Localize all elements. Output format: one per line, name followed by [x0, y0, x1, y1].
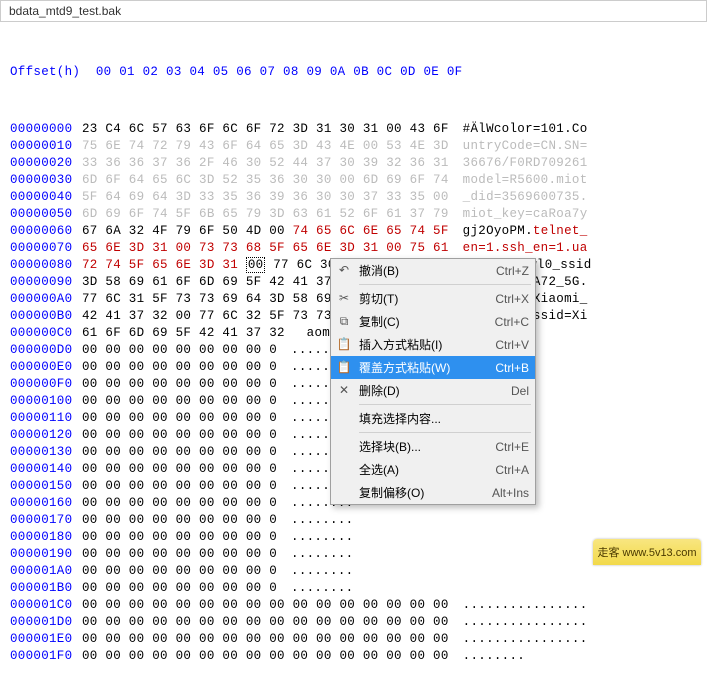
menu-label: 选择块(B)... — [359, 438, 421, 455]
menu-shortcut: Ctrl+B — [495, 361, 529, 375]
menu-item[interactable]: 复制偏移(O) Alt+Ins — [331, 481, 535, 504]
menu-separator — [359, 404, 531, 405]
offset-cell: 000001D0 — [10, 614, 82, 631]
menu-item[interactable]: 全选(A) Ctrl+A — [331, 458, 535, 481]
menu-shortcut: Ctrl+A — [495, 463, 529, 477]
menu-label: 覆盖方式粘贴(W) — [359, 359, 450, 376]
offset-cell: 00000080 — [10, 257, 82, 274]
offset-cell: 00000100 — [10, 393, 82, 410]
menu-item[interactable]: 选择块(B)... Ctrl+E — [331, 435, 535, 458]
menu-shortcut: Ctrl+C — [495, 315, 529, 329]
menu-shortcut: Del — [511, 384, 529, 398]
offset-cell: 00000180 — [10, 529, 82, 546]
watermark-badge: 走客 www.5v13.com — [593, 539, 701, 565]
hex-row[interactable]: 000000306D 6F 64 65 6C 3D 52 35 36 30 30… — [10, 172, 697, 189]
offset-cell: 00000070 — [10, 240, 82, 257]
hex-row[interactable]: 000001A000 00 00 00 00 00 00 00 0.......… — [10, 563, 697, 580]
offset-cell: 00000110 — [10, 410, 82, 427]
offset-cell: 000000A0 — [10, 291, 82, 308]
menu-label: 剪切(T) — [359, 290, 398, 307]
paste-icon: 📋 — [336, 336, 352, 352]
menu-shortcut: Ctrl+E — [495, 440, 529, 454]
offset-cell: 000001E0 — [10, 631, 82, 648]
hex-row[interactable]: 000001B000 00 00 00 00 00 00 00 0.......… — [10, 580, 697, 597]
offset-cell: 00000010 — [10, 138, 82, 155]
menu-separator — [359, 284, 531, 285]
hex-row[interactable]: 000001D000 00 00 00 00 00 00 00 00 00 00… — [10, 614, 697, 631]
hex-row[interactable]: 000001F000 00 00 00 00 00 00 00 00 00 00… — [10, 648, 697, 665]
offset-cell: 000000F0 — [10, 376, 82, 393]
hex-row[interactable]: 000000405F 64 69 64 3D 33 35 36 39 36 30… — [10, 189, 697, 206]
offset-cell: 000000B0 — [10, 308, 82, 325]
offset-cell: 000000E0 — [10, 359, 82, 376]
offset-cell: 00000060 — [10, 223, 82, 240]
offset-cell: 000001B0 — [10, 580, 82, 597]
offset-cell: 00000130 — [10, 444, 82, 461]
offset-cell: 00000040 — [10, 189, 82, 206]
offset-cell: 00000020 — [10, 155, 82, 172]
menu-separator — [359, 432, 531, 433]
menu-label: 撤消(B) — [359, 262, 399, 279]
menu-item[interactable]: 📋 覆盖方式粘贴(W) Ctrl+B — [331, 356, 535, 379]
menu-item[interactable]: ✂ 剪切(T) Ctrl+X — [331, 287, 535, 310]
copy-icon: ⧉ — [336, 313, 352, 329]
hex-row[interactable]: 0000001075 6E 74 72 79 43 6F 64 65 3D 43… — [10, 138, 697, 155]
menu-item[interactable]: 填充选择内容... — [331, 407, 535, 430]
menu-shortcut: Alt+Ins — [492, 486, 529, 500]
offset-cell: 00000170 — [10, 512, 82, 529]
offset-cell: 00000120 — [10, 427, 82, 444]
menu-item[interactable]: 📋 插入方式粘贴(I) Ctrl+V — [331, 333, 535, 356]
offset-cell: 000001C0 — [10, 597, 82, 614]
filename: bdata_mtd9_test.bak — [9, 4, 121, 18]
menu-label: 填充选择内容... — [359, 410, 441, 427]
hex-row[interactable]: 0000000023 C4 6C 57 63 6F 6C 6F 72 3D 31… — [10, 121, 697, 138]
menu-shortcut: Ctrl+V — [495, 338, 529, 352]
hex-row[interactable]: 0000006067 6A 32 4F 79 6F 50 4D 00 74 65… — [10, 223, 697, 240]
hex-row[interactable]: 0000017000 00 00 00 00 00 00 00 0.......… — [10, 512, 697, 529]
context-menu: ↶ 撤消(B) Ctrl+Z ✂ 剪切(T) Ctrl+X ⧉ 复制(C) Ctrl+C 📋 插入方… — [330, 258, 536, 505]
cut-icon: ✂ — [336, 290, 352, 306]
hex-row[interactable]: 0000002033 36 36 37 36 2F 46 30 52 44 37… — [10, 155, 697, 172]
hex-row[interactable]: 000001C000 00 00 00 00 00 00 00 00 00 00… — [10, 597, 697, 614]
menu-label: 删除(D) — [359, 382, 400, 399]
offset-cell: 00000160 — [10, 495, 82, 512]
menu-label: 全选(A) — [359, 461, 399, 478]
column-header: Offset(h) 00 01 02 03 04 05 06 07 08 09 … — [10, 64, 697, 81]
offset-cell: 000001A0 — [10, 563, 82, 580]
offset-cell: 00000140 — [10, 461, 82, 478]
offset-cell: 00000150 — [10, 478, 82, 495]
menu-label: 插入方式粘贴(I) — [359, 336, 442, 353]
menu-item[interactable]: ↶ 撤消(B) Ctrl+Z — [331, 259, 535, 282]
menu-label: 复制(C) — [359, 313, 400, 330]
offset-cell: 00000000 — [10, 121, 82, 138]
offset-cell: 00000190 — [10, 546, 82, 563]
paste-icon: 📋 — [336, 359, 352, 375]
hex-row[interactable]: 000000506D 69 6F 74 5F 6B 65 79 3D 63 61… — [10, 206, 697, 223]
title-bar: bdata_mtd9_test.bak — [0, 0, 707, 22]
menu-label: 复制偏移(O) — [359, 484, 424, 501]
menu-shortcut: Ctrl+X — [495, 292, 529, 306]
hex-row[interactable]: 0000007065 6E 3D 31 00 73 73 68 5F 65 6E… — [10, 240, 697, 257]
offset-cell: 000001F0 — [10, 648, 82, 665]
offset-cell: 000000C0 — [10, 325, 82, 342]
menu-shortcut: Ctrl+Z — [496, 264, 529, 278]
hex-row[interactable]: 000001E000 00 00 00 00 00 00 00 00 00 00… — [10, 631, 697, 648]
menu-item[interactable]: ⧉ 复制(C) Ctrl+C — [331, 310, 535, 333]
offset-cell: 00000030 — [10, 172, 82, 189]
offset-cell: 000000D0 — [10, 342, 82, 359]
menu-item[interactable]: ✕ 删除(D) Del — [331, 379, 535, 402]
offset-cell: 00000050 — [10, 206, 82, 223]
undo-icon: ↶ — [336, 262, 352, 278]
delete-icon: ✕ — [336, 382, 352, 398]
offset-cell: 00000090 — [10, 274, 82, 291]
